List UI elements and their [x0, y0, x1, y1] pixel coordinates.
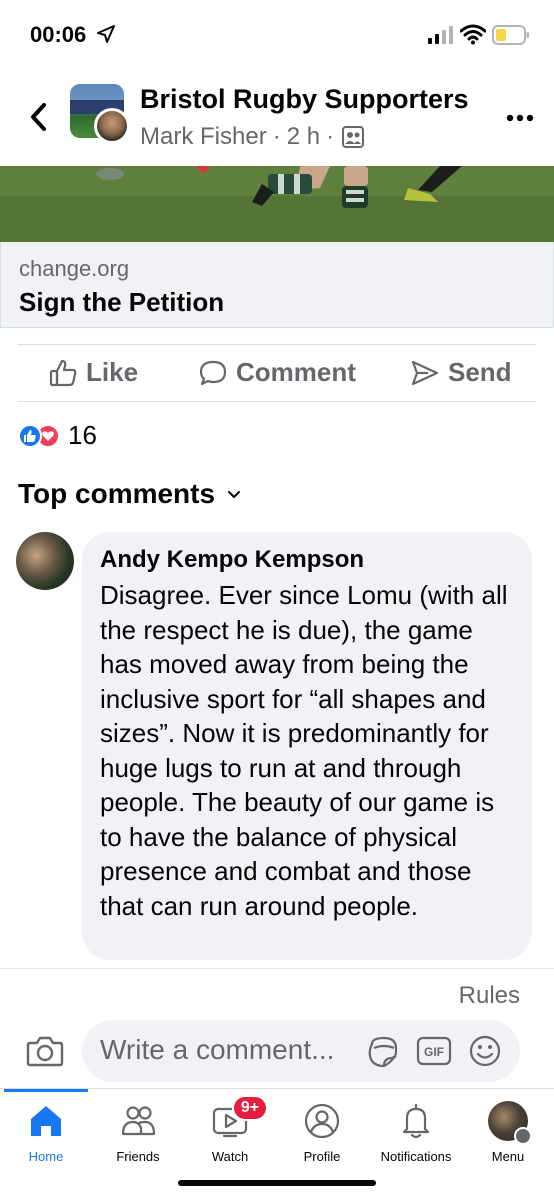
post-header: Bristol Rugby Supporters Mark Fisher · 2…: [0, 70, 554, 166]
nav-friends[interactable]: Friends: [88, 1101, 188, 1177]
bell-icon: [402, 1103, 430, 1139]
wifi-icon: [460, 24, 486, 45]
location-arrow-icon: [97, 25, 115, 43]
like-reaction-icon: [18, 423, 42, 448]
rugby-players-illustration: [0, 166, 554, 242]
watch-badge: 9+: [232, 1095, 268, 1121]
nav-profile[interactable]: Profile: [272, 1101, 372, 1177]
battery-icon: [492, 25, 529, 45]
camera-icon[interactable]: [26, 1034, 64, 1068]
comments-heading: Top comments: [18, 478, 216, 509]
meta-separator-2: ·: [326, 123, 335, 150]
group-name[interactable]: Bristol Rugby Supporters: [140, 84, 469, 115]
divider: [0, 968, 554, 969]
nav-notifications-label: Notifications: [380, 1149, 452, 1164]
author-avatar[interactable]: [94, 108, 130, 144]
menu-lines-icon: [514, 1127, 532, 1145]
comment-text: Disagree. Ever since Lomu (with all the …: [100, 580, 508, 921]
post-author[interactable]: Mark Fisher: [140, 123, 267, 151]
post-time[interactable]: 2 h: [287, 123, 320, 151]
thumbs-up-icon: [49, 359, 77, 386]
link-preview-image[interactable]: [0, 166, 554, 242]
home-indicator: [178, 1180, 376, 1186]
nav-watch[interactable]: 9+ Watch: [180, 1095, 280, 1177]
commenter-avatar[interactable]: [16, 532, 74, 590]
nav-menu-label: Menu: [491, 1149, 525, 1164]
send-arrow-icon: [411, 360, 439, 385]
comment-bubble-icon: [199, 360, 227, 385]
menu-avatar: [488, 1101, 532, 1145]
chevron-down-icon: [228, 491, 241, 498]
like-button[interactable]: Like: [48, 357, 138, 388]
nav-menu[interactable]: Menu: [458, 1101, 554, 1177]
comment-composer[interactable]: GIF: [82, 1020, 520, 1082]
comment-bubble[interactable]: Andy Kempo Kempson Disagree. Ever since …: [82, 532, 532, 960]
comment-button[interactable]: Comment: [198, 357, 356, 388]
comment-author[interactable]: Andy Kempo Kempson: [100, 546, 364, 574]
nav-watch-label: Watch: [211, 1149, 249, 1164]
svg-text:GIF: GIF: [424, 1045, 444, 1059]
rules-link[interactable]: Rules: [459, 982, 520, 1010]
reaction-count: 16: [68, 420, 97, 450]
status-time: 00:06: [30, 22, 87, 47]
send-label: Send: [448, 357, 512, 387]
nav-friends-label: Friends: [116, 1149, 160, 1164]
nav-notifications[interactable]: Notifications: [364, 1101, 468, 1177]
link-preview-card[interactable]: change.org Sign the Petition: [0, 242, 554, 328]
nav-profile-label: Profile: [303, 1149, 341, 1164]
sticker-icon[interactable]: [366, 1034, 402, 1070]
comment-label: Comment: [236, 357, 356, 387]
comment-input[interactable]: [100, 1034, 360, 1066]
meta-separator: ·: [272, 123, 281, 150]
more-options-icon[interactable]: [506, 114, 534, 122]
cellular-signal-icon: [428, 26, 453, 44]
post-action-bar: Like Comment Send: [18, 344, 536, 402]
gif-icon[interactable]: GIF: [416, 1036, 452, 1066]
status-bar: 00:06: [0, 0, 554, 70]
nav-home[interactable]: Home: [0, 1101, 96, 1177]
emoji-icon[interactable]: [468, 1034, 502, 1068]
link-title[interactable]: Sign the Petition: [19, 287, 224, 318]
comments-sort-dropdown[interactable]: Top comments: [18, 478, 243, 510]
post-meta: Mark Fisher · 2 h ·: [140, 123, 365, 151]
send-button[interactable]: Send: [410, 357, 512, 388]
reactions-summary[interactable]: 16: [18, 420, 97, 451]
link-domain: change.org: [19, 256, 130, 281]
friends-icon: [121, 1106, 156, 1136]
nav-home-label: Home: [28, 1149, 64, 1164]
like-label: Like: [86, 357, 139, 387]
group-audience-icon: [342, 126, 365, 148]
back-chevron-icon[interactable]: [26, 100, 52, 134]
home-icon: [31, 1106, 61, 1136]
active-tab-indicator: [4, 1089, 88, 1092]
profile-icon: [304, 1103, 340, 1139]
